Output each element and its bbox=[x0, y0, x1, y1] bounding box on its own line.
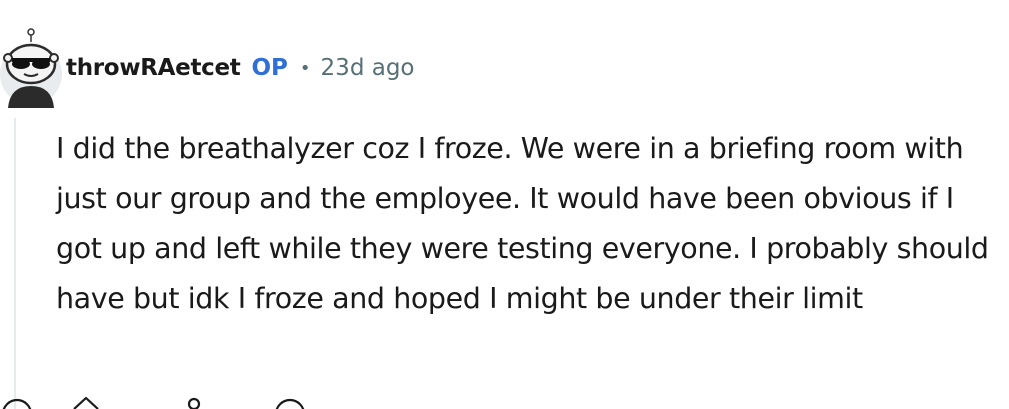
collapse-thread-icon[interactable] bbox=[0, 392, 40, 409]
comment-meta: throwRAetcet OP • 23d ago bbox=[66, 52, 415, 84]
meta-separator: • bbox=[299, 57, 311, 79]
snoo-avatar-icon bbox=[0, 28, 62, 108]
comment-timestamp[interactable]: 23d ago bbox=[321, 55, 415, 81]
user-avatar[interactable] bbox=[0, 28, 62, 108]
thread-line[interactable] bbox=[14, 118, 16, 409]
op-badge: OP bbox=[251, 55, 288, 81]
comment-body: I did the breathalyzer coz I froze. We w… bbox=[56, 132, 989, 315]
upvote-arrow-icon[interactable] bbox=[68, 392, 104, 409]
reply-bubble-icon[interactable] bbox=[270, 392, 310, 409]
author-username[interactable]: throwRAetcet bbox=[66, 55, 241, 81]
comment-action-bar bbox=[0, 392, 1009, 409]
award-icon[interactable] bbox=[178, 392, 210, 409]
comment: throwRAetcet OP • 23d ago I did the brea… bbox=[0, 0, 1009, 409]
